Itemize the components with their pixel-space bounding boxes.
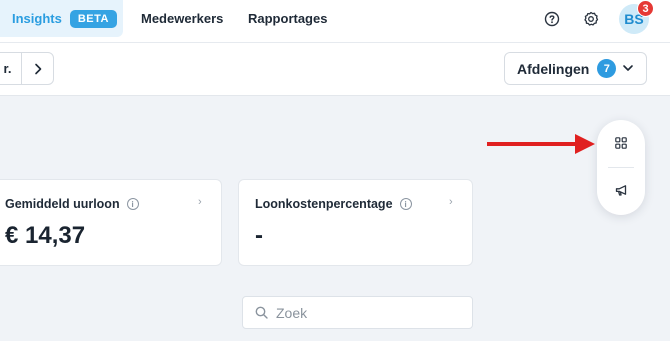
- notification-badge: 3: [637, 0, 654, 17]
- kpi-card-value: € 14,37: [5, 222, 86, 249]
- help-circle-icon: [544, 11, 560, 27]
- search-box: [242, 296, 473, 329]
- chevron-right-icon: [34, 63, 41, 74]
- chevron-right-icon: ›: [198, 196, 202, 208]
- dashboard-grid-button[interactable]: [611, 133, 631, 153]
- announcements-button[interactable]: [611, 180, 631, 200]
- kpi-card-label-text: Gemiddeld uurloon: [5, 197, 120, 211]
- info-icon[interactable]: i: [399, 198, 412, 210]
- kpi-card-label: Gemiddeld uurloon i: [5, 197, 139, 211]
- tab-medewerkers[interactable]: Medewerkers: [141, 0, 223, 37]
- info-icon[interactable]: i: [126, 198, 139, 210]
- search-icon: [255, 306, 268, 319]
- side-action-panel: [597, 120, 645, 215]
- help-button[interactable]: [541, 8, 563, 30]
- departments-label: Afdelingen: [517, 60, 590, 77]
- megaphone-icon: [615, 184, 626, 196]
- chevron-right-icon: ›: [449, 196, 453, 208]
- chevron-down-icon: [623, 65, 633, 71]
- departments-count-badge: 7: [597, 59, 617, 78]
- annotation-arrow: [487, 134, 595, 154]
- next-period-button[interactable]: [21, 52, 54, 85]
- tab-rapportages-label: Rapportages: [248, 11, 328, 26]
- kpi-card-label: Loonkostenpercentage i: [255, 197, 412, 211]
- tab-insights[interactable]: Insights BETA: [0, 0, 123, 37]
- kpi-card-average-hourly-wage[interactable]: Gemiddeld uurloon i › € 14,37: [0, 179, 222, 266]
- filter-bar: r. Afdelingen 7: [0, 43, 670, 96]
- beta-badge: BETA: [69, 9, 117, 28]
- side-panel-divider: [608, 167, 634, 168]
- kpi-card-value: -: [255, 222, 263, 249]
- gear-icon: [584, 11, 599, 26]
- tab-insights-label: Insights: [12, 11, 62, 26]
- kpi-card-label-text: Loonkostenpercentage: [255, 197, 393, 211]
- tab-medewerkers-label: Medewerkers: [141, 11, 224, 26]
- settings-button[interactable]: [580, 8, 602, 30]
- tab-rapportages[interactable]: Rapportages: [248, 0, 327, 37]
- search-input[interactable]: [276, 304, 456, 321]
- dashboard-grid-icon: [615, 137, 627, 149]
- period-selector[interactable]: r.: [0, 52, 22, 85]
- departments-dropdown[interactable]: Afdelingen 7: [504, 52, 647, 85]
- top-nav: Insights BETA Medewerkers Rapportages BS…: [0, 0, 670, 43]
- period-label: r.: [3, 61, 12, 76]
- kpi-card-labor-cost-percentage[interactable]: Loonkostenpercentage i › -: [238, 179, 473, 266]
